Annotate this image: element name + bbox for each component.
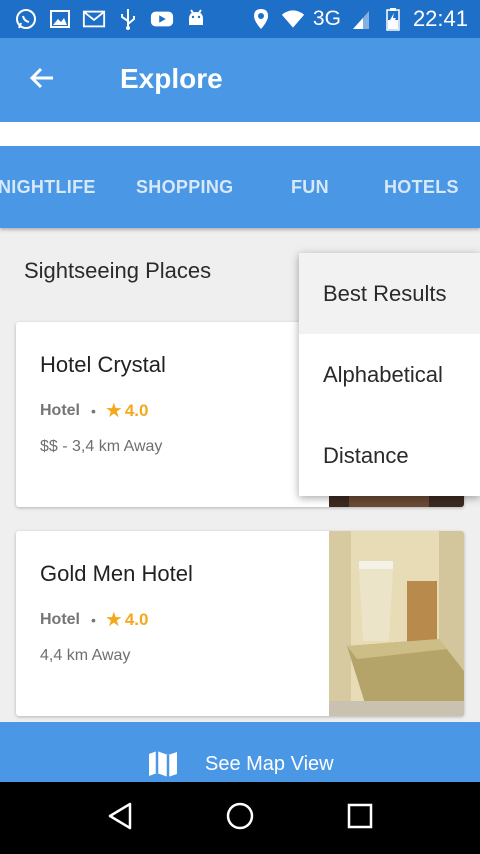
youtube-icon bbox=[150, 7, 174, 31]
sort-option-distance[interactable]: Distance bbox=[299, 415, 480, 496]
place-type: Hotel bbox=[40, 610, 80, 628]
whatsapp-icon bbox=[14, 7, 38, 31]
battery-icon bbox=[381, 7, 405, 31]
system-icons: 3G 22:41 bbox=[249, 6, 468, 32]
card-meta: Hotel • ★ 4.0 bbox=[40, 607, 148, 632]
nav-recents-button[interactable] bbox=[340, 798, 380, 838]
card-title: Gold Men Hotel bbox=[40, 561, 193, 586]
card-title: Hotel Crystal bbox=[40, 352, 166, 377]
separator-dot: • bbox=[91, 611, 96, 628]
section-title: Sightseeing Places bbox=[24, 258, 212, 283]
tab-shopping[interactable]: SHOPPING bbox=[136, 177, 233, 198]
tab-hotels[interactable]: HOTELS bbox=[384, 177, 459, 198]
map-view-label: See Map View bbox=[205, 753, 334, 775]
map-icon bbox=[148, 750, 178, 783]
card-subtitle: 4,4 km Away bbox=[40, 647, 131, 664]
navigation-bar bbox=[0, 782, 480, 854]
wifi-icon bbox=[281, 7, 305, 31]
nav-home-button[interactable] bbox=[220, 798, 260, 838]
star-icon: ★ bbox=[104, 400, 123, 422]
usb-icon bbox=[116, 7, 140, 31]
tab-fun[interactable]: FUN bbox=[291, 177, 329, 198]
star-icon: ★ bbox=[104, 609, 123, 631]
android-icon bbox=[184, 7, 208, 31]
network-type: 3G bbox=[312, 7, 341, 30]
page-title: Explore bbox=[120, 63, 223, 94]
location-icon bbox=[249, 7, 273, 31]
see-map-view-button[interactable]: See Map View bbox=[0, 722, 480, 782]
separator-dot: • bbox=[91, 402, 96, 419]
back-button[interactable] bbox=[22, 60, 62, 100]
status-bar: 3G 22:41 bbox=[0, 0, 480, 38]
nav-back-button[interactable] bbox=[100, 798, 140, 838]
card-meta: Hotel • ★ 4.0 bbox=[40, 398, 148, 423]
gallery-icon bbox=[48, 7, 72, 31]
notification-icons bbox=[14, 7, 208, 31]
sort-option-alphabetical[interactable]: Alphabetical bbox=[299, 334, 480, 415]
sort-option-best-results[interactable]: Best Results bbox=[299, 253, 480, 334]
arrow-back-icon bbox=[29, 65, 55, 96]
nav-home-icon bbox=[225, 801, 255, 836]
hotel-room-photo bbox=[329, 531, 464, 716]
signal-icon bbox=[349, 7, 373, 31]
category-tabs: NIGHTLIFE SHOPPING FUN HOTELS bbox=[0, 146, 480, 228]
clock: 22:41 bbox=[412, 6, 468, 31]
sort-menu: Best Results Alphabetical Distance bbox=[299, 253, 480, 496]
tab-nightlife[interactable]: NIGHTLIFE bbox=[0, 177, 96, 198]
place-card-gold-men-hotel[interactable]: Gold Men Hotel Hotel • ★ 4.0 4,4 km Away bbox=[16, 531, 464, 716]
gmail-icon bbox=[82, 7, 106, 31]
nav-back-icon bbox=[106, 801, 134, 836]
app-bar: Explore bbox=[0, 38, 480, 122]
rating-value: 4.0 bbox=[124, 400, 149, 420]
nav-recents-icon bbox=[347, 803, 373, 834]
rating-value: 4.0 bbox=[124, 609, 149, 629]
card-subtitle: $$ - 3,4 km Away bbox=[40, 438, 163, 455]
search-area bbox=[0, 122, 480, 146]
place-type: Hotel bbox=[40, 401, 80, 419]
